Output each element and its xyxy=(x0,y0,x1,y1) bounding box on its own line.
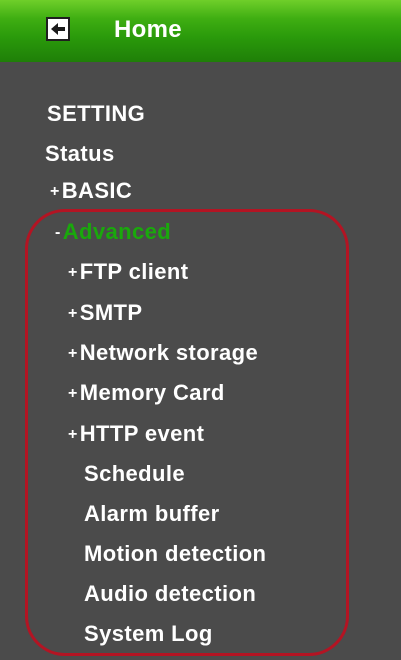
expand-icon: + xyxy=(68,426,78,443)
collapse-icon: - xyxy=(55,224,61,241)
menu-item-advanced-label: Advanced xyxy=(62,219,172,244)
expand-icon: + xyxy=(68,264,78,281)
submenu-item-memory-card[interactable]: +Memory Card xyxy=(68,380,225,409)
submenu-item-label: FTP client xyxy=(79,259,189,284)
submenu-item-ftp-client[interactable]: +FTP client xyxy=(68,259,188,288)
submenu-item-label: Memory Card xyxy=(79,380,225,405)
submenu-item-smtp[interactable]: +SMTP xyxy=(68,300,142,329)
menu-item-status[interactable]: Status xyxy=(45,141,115,167)
expand-icon: + xyxy=(68,305,78,322)
expand-icon: + xyxy=(68,385,78,402)
submenu-item-label: SMTP xyxy=(79,300,143,325)
submenu-item-motion-detection[interactable]: Motion detection xyxy=(84,541,266,567)
menu-item-basic[interactable]: +BASIC xyxy=(50,178,132,207)
submenu-item-network-storage[interactable]: +Network storage xyxy=(68,340,258,369)
expand-icon: + xyxy=(50,183,60,200)
back-arrow-icon[interactable] xyxy=(46,17,70,41)
home-link[interactable]: Home xyxy=(114,16,182,44)
submenu-item-alarm-buffer[interactable]: Alarm buffer xyxy=(84,501,220,527)
submenu-item-system-log[interactable]: System Log xyxy=(84,621,213,647)
menu-item-basic-label: BASIC xyxy=(61,178,133,203)
home-bar[interactable]: Home xyxy=(0,0,401,62)
submenu-item-http-event[interactable]: +HTTP event xyxy=(68,421,204,450)
submenu-item-schedule[interactable]: Schedule xyxy=(84,461,185,487)
expand-icon: + xyxy=(68,345,78,362)
submenu-item-label: Network storage xyxy=(79,340,259,365)
menu-item-setting[interactable]: SETTING xyxy=(47,101,145,127)
submenu-item-label: HTTP event xyxy=(79,421,205,446)
menu-item-advanced[interactable]: -Advanced xyxy=(55,219,171,248)
submenu-item-audio-detection[interactable]: Audio detection xyxy=(84,581,256,607)
sidebar-menu: Home SETTING Status +BASIC -Advanced +FT… xyxy=(0,0,401,660)
